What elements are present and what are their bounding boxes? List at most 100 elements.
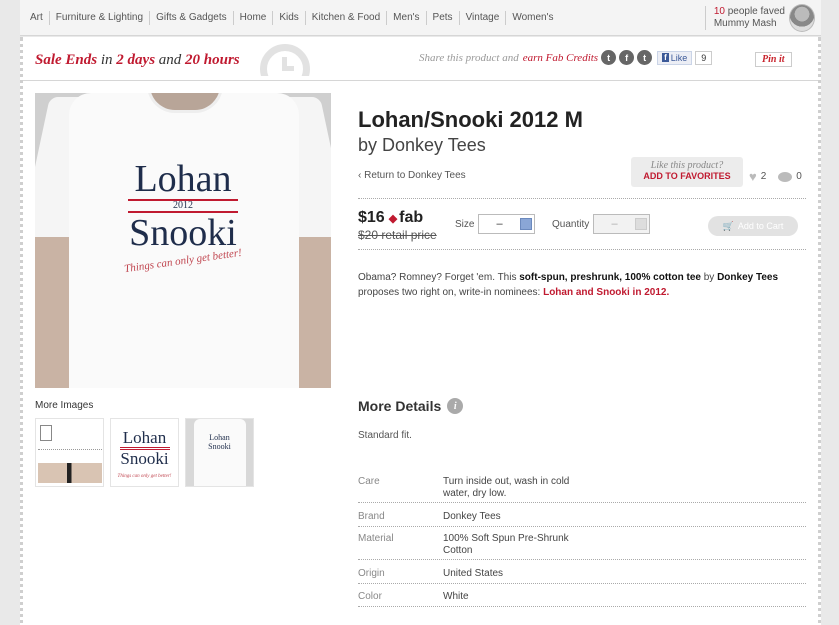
retail-price: $20 retail price bbox=[358, 228, 437, 242]
sale-and-word: and bbox=[158, 52, 182, 68]
product-byline[interactable]: by Donkey Tees bbox=[358, 135, 486, 156]
size-chart-row bbox=[38, 449, 102, 457]
avatar[interactable] bbox=[789, 4, 815, 32]
sale-bar: Sale Ends in 2 days and 20 hours Share t… bbox=[23, 37, 818, 81]
spec-key: Brand bbox=[358, 511, 385, 522]
spec-key: Color bbox=[358, 591, 382, 602]
sale-in-word: in bbox=[100, 52, 113, 68]
price-tag-icon: ◆ bbox=[388, 212, 398, 225]
sale-price: $16 bbox=[358, 209, 385, 226]
faved-user: Mummy Mash bbox=[713, 18, 777, 29]
nav-item-furniture[interactable]: Furniture & Lighting bbox=[48, 10, 149, 25]
spec-value: Turn inside out, wash in cold water, dry… bbox=[443, 476, 570, 499]
print-year: 2012 bbox=[128, 199, 238, 213]
add-to-favorites-button[interactable]: Like this product? ADD TO FAVORITES bbox=[631, 157, 743, 187]
heart-icon[interactable]: ♥ bbox=[749, 169, 757, 184]
shirt-print: Lohan 2012 Snooki Things can only get be… bbox=[35, 158, 331, 275]
spec-key: Material bbox=[358, 533, 394, 544]
more-images-label: More Images bbox=[35, 400, 94, 411]
quantity-select[interactable]: – bbox=[593, 214, 650, 234]
size-value: – bbox=[496, 218, 503, 230]
desc-part3: proposes two right on, write-in nominees… bbox=[358, 287, 541, 298]
faved-count: 10 bbox=[713, 6, 725, 17]
faved-text: people faved bbox=[727, 6, 785, 17]
like-count: 9 bbox=[695, 50, 713, 65]
divider bbox=[358, 249, 806, 250]
nav-item-kids[interactable]: Kids bbox=[272, 10, 304, 25]
top-nav: Art Furniture & Lighting Gifts & Gadgets… bbox=[20, 0, 821, 36]
product-title: Lohan/Snooki 2012 M bbox=[358, 107, 583, 132]
comment-count: 0 bbox=[796, 171, 802, 182]
share-text: Share this product and bbox=[419, 51, 519, 64]
spec-row-color: Color White bbox=[358, 591, 806, 607]
quantity-label: Quantity bbox=[552, 219, 590, 230]
nav-item-pets[interactable]: Pets bbox=[425, 10, 459, 25]
sale-days: 2 days bbox=[116, 52, 156, 68]
nav-item-home[interactable]: Home bbox=[232, 10, 273, 25]
thumbnail-2[interactable]: Lohan Snooki Things can only get better! bbox=[110, 418, 179, 487]
desc-highlight: Lohan and Snooki in 2012. bbox=[543, 287, 670, 298]
chevron-down-icon bbox=[520, 218, 532, 230]
more-details-heading: More Details i bbox=[358, 398, 464, 414]
thumb-print-line1: Lohan bbox=[122, 428, 167, 447]
nav-item-womens[interactable]: Women's bbox=[505, 10, 559, 25]
spec-value: Donkey Tees bbox=[443, 511, 501, 522]
twitter-icon[interactable]: t bbox=[601, 50, 617, 65]
return-link[interactable]: ‹ Return to Donkey Tees bbox=[358, 170, 466, 181]
chevron-left-icon: ‹ bbox=[358, 170, 362, 181]
main-product-image[interactable]: Lohan 2012 Snooki Things can only get be… bbox=[35, 93, 331, 388]
desc-part1: Obama? Romney? Forget 'em. This bbox=[358, 272, 517, 283]
thumbnail-3[interactable]: Lohan Snooki bbox=[185, 418, 254, 487]
thumb3-print-line2: Snooki bbox=[208, 442, 231, 451]
pin-it-button[interactable]: Pin it bbox=[755, 52, 792, 67]
thumb-print-line2: Snooki bbox=[120, 449, 169, 468]
sale-countdown: Sale Ends in 2 days and 20 hours bbox=[35, 52, 240, 69]
spec-value: 100% Soft Spun Pre-Shrunk Cotton bbox=[443, 533, 569, 556]
desc-bold1: soft-spun, preshrunk, 100% cotton tee bbox=[519, 272, 701, 283]
price: $16 ◆ fab bbox=[358, 209, 423, 227]
facebook-like-button[interactable]: f Like bbox=[657, 50, 693, 65]
favorites-question: Like this product? bbox=[650, 160, 724, 171]
nav-item-art[interactable]: Art bbox=[30, 11, 49, 25]
desc-part2: by bbox=[703, 272, 715, 283]
tumblr-icon[interactable]: t bbox=[637, 50, 653, 65]
add-to-cart-button[interactable]: 🛒 Add to Cart bbox=[708, 216, 798, 236]
spec-row-care: Care Turn inside out, wash in cold water… bbox=[358, 476, 806, 503]
desc-brand-link[interactable]: Donkey Tees bbox=[717, 272, 778, 283]
comment-icon[interactable] bbox=[778, 171, 793, 182]
spec-row-material: Material 100% Soft Spun Pre-Shrunk Cotto… bbox=[358, 533, 806, 560]
fit-note: Standard fit. bbox=[358, 430, 412, 441]
spec-value: United States bbox=[443, 568, 504, 579]
divider bbox=[358, 198, 806, 199]
nav-item-kitchen[interactable]: Kitchen & Food bbox=[304, 10, 386, 25]
thumbnail-print: Lohan Snooki Things can only get better! bbox=[111, 429, 178, 486]
nav-item-mens[interactable]: Men's bbox=[386, 10, 425, 25]
size-select[interactable]: – bbox=[478, 214, 535, 234]
sale-ends-label: Sale Ends bbox=[35, 52, 98, 68]
spec-row-origin: Origin United States bbox=[358, 568, 806, 584]
product-description: Obama? Romney? Forget 'em. This soft-spu… bbox=[358, 270, 788, 300]
info-icon[interactable]: i bbox=[447, 398, 464, 414]
nav-item-vintage[interactable]: Vintage bbox=[458, 10, 506, 25]
product-page: Sale Ends in 2 days and 20 hours Share t… bbox=[20, 37, 821, 625]
shirt-sketch-icon bbox=[40, 425, 52, 441]
spec-key: Care bbox=[358, 476, 380, 487]
spec-value: White bbox=[443, 591, 469, 602]
print-line1: Lohan bbox=[134, 158, 232, 200]
favorite-stats: ♥ 2 0 bbox=[749, 169, 802, 184]
cart-icon: 🛒 bbox=[722, 220, 734, 231]
quantity-value: – bbox=[611, 218, 618, 230]
sale-hours: 20 hours bbox=[185, 52, 240, 68]
thumbnail-1[interactable] bbox=[35, 418, 104, 487]
details-title-text: More Details bbox=[358, 398, 442, 414]
thumb3-print-line1: Lohan bbox=[209, 433, 230, 442]
heart-count: 2 bbox=[760, 171, 767, 182]
earn-credits-link[interactable]: earn Fab Credits bbox=[523, 52, 598, 64]
faved-notice[interactable]: 10 people faved Mummy Mash bbox=[704, 6, 785, 30]
thumbnail-photo bbox=[38, 463, 102, 483]
thumb-shirt bbox=[194, 419, 246, 486]
facebook-icon[interactable]: f bbox=[619, 50, 635, 65]
nav-item-gifts[interactable]: Gifts & Gadgets bbox=[149, 10, 233, 25]
size-label: Size bbox=[455, 219, 475, 230]
spec-row-brand: Brand Donkey Tees bbox=[358, 511, 806, 527]
